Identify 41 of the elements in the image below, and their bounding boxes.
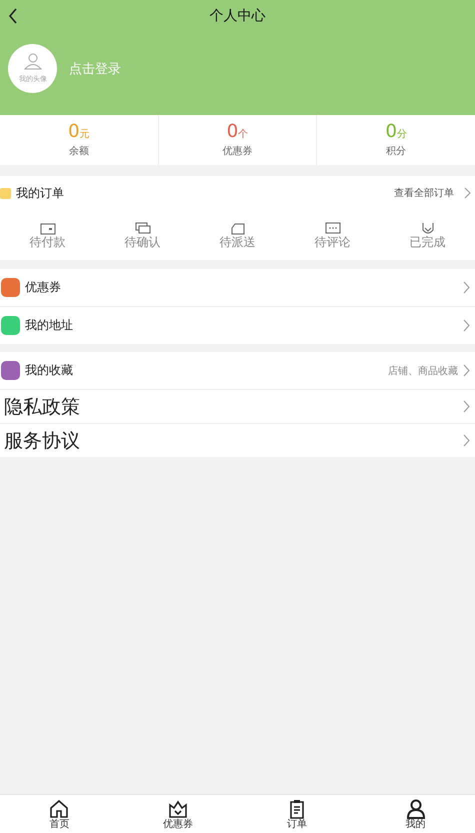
order-status-link[interactable]: 待派送 [220, 236, 256, 250]
menu-item[interactable]: 服务协议 [0, 424, 475, 457]
chevron-icon [463, 319, 470, 332]
menu-label: 我的收藏 [25, 362, 73, 379]
view-all-orders-link[interactable]: 查看全部订单 [394, 186, 454, 200]
comment-icon[interactable] [324, 222, 340, 236]
order-status-link[interactable]: 待评论 [314, 236, 350, 250]
stat-value[interactable]: 0个 [226, 122, 248, 140]
menu-label: 隐私政策 [4, 394, 80, 420]
menu-label: 服务协议 [4, 428, 80, 454]
chevron-icon [464, 187, 471, 199]
section-title: 我的订单 [16, 184, 64, 202]
chevron-icon [463, 281, 470, 294]
stat-label: 积分 [386, 144, 406, 158]
truck-icon[interactable] [230, 222, 246, 236]
page-title: 个人中心 [210, 7, 266, 25]
home-icon [49, 798, 70, 818]
chevron-icon [463, 434, 470, 447]
menu-label: 优惠券 [25, 279, 61, 296]
order-status-link[interactable]: 待确认 [124, 236, 160, 250]
chevron-icon [463, 400, 470, 413]
back-icon[interactable] [8, 8, 18, 24]
menu-item[interactable]: 优惠券 [0, 269, 475, 307]
chevron-icon [463, 364, 470, 377]
tab[interactable]: 订单 [238, 795, 356, 833]
tab[interactable]: 我的 [356, 795, 475, 833]
menu-item[interactable]: 我的收藏 店铺、商品收藏 [0, 352, 475, 390]
stat-label: 优惠券 [222, 144, 252, 158]
menu-hint: 店铺、商品收藏 [388, 364, 458, 378]
tab[interactable]: 优惠券 [118, 795, 238, 833]
order-status-link[interactable]: 已完成 [410, 236, 446, 250]
chat-icon[interactable] [134, 222, 150, 236]
person-icon [406, 798, 426, 818]
menu-item[interactable]: 我的地址 [0, 307, 475, 344]
wallet-icon[interactable] [40, 222, 56, 236]
menu-item[interactable]: 隐私政策 [0, 390, 475, 424]
person-icon [24, 52, 42, 70]
tab[interactable]: 首页 [0, 795, 119, 833]
order-status-link[interactable]: 待付款 [30, 236, 66, 250]
menu-label: 我的地址 [25, 317, 73, 334]
stat-label: 余额 [68, 144, 89, 158]
